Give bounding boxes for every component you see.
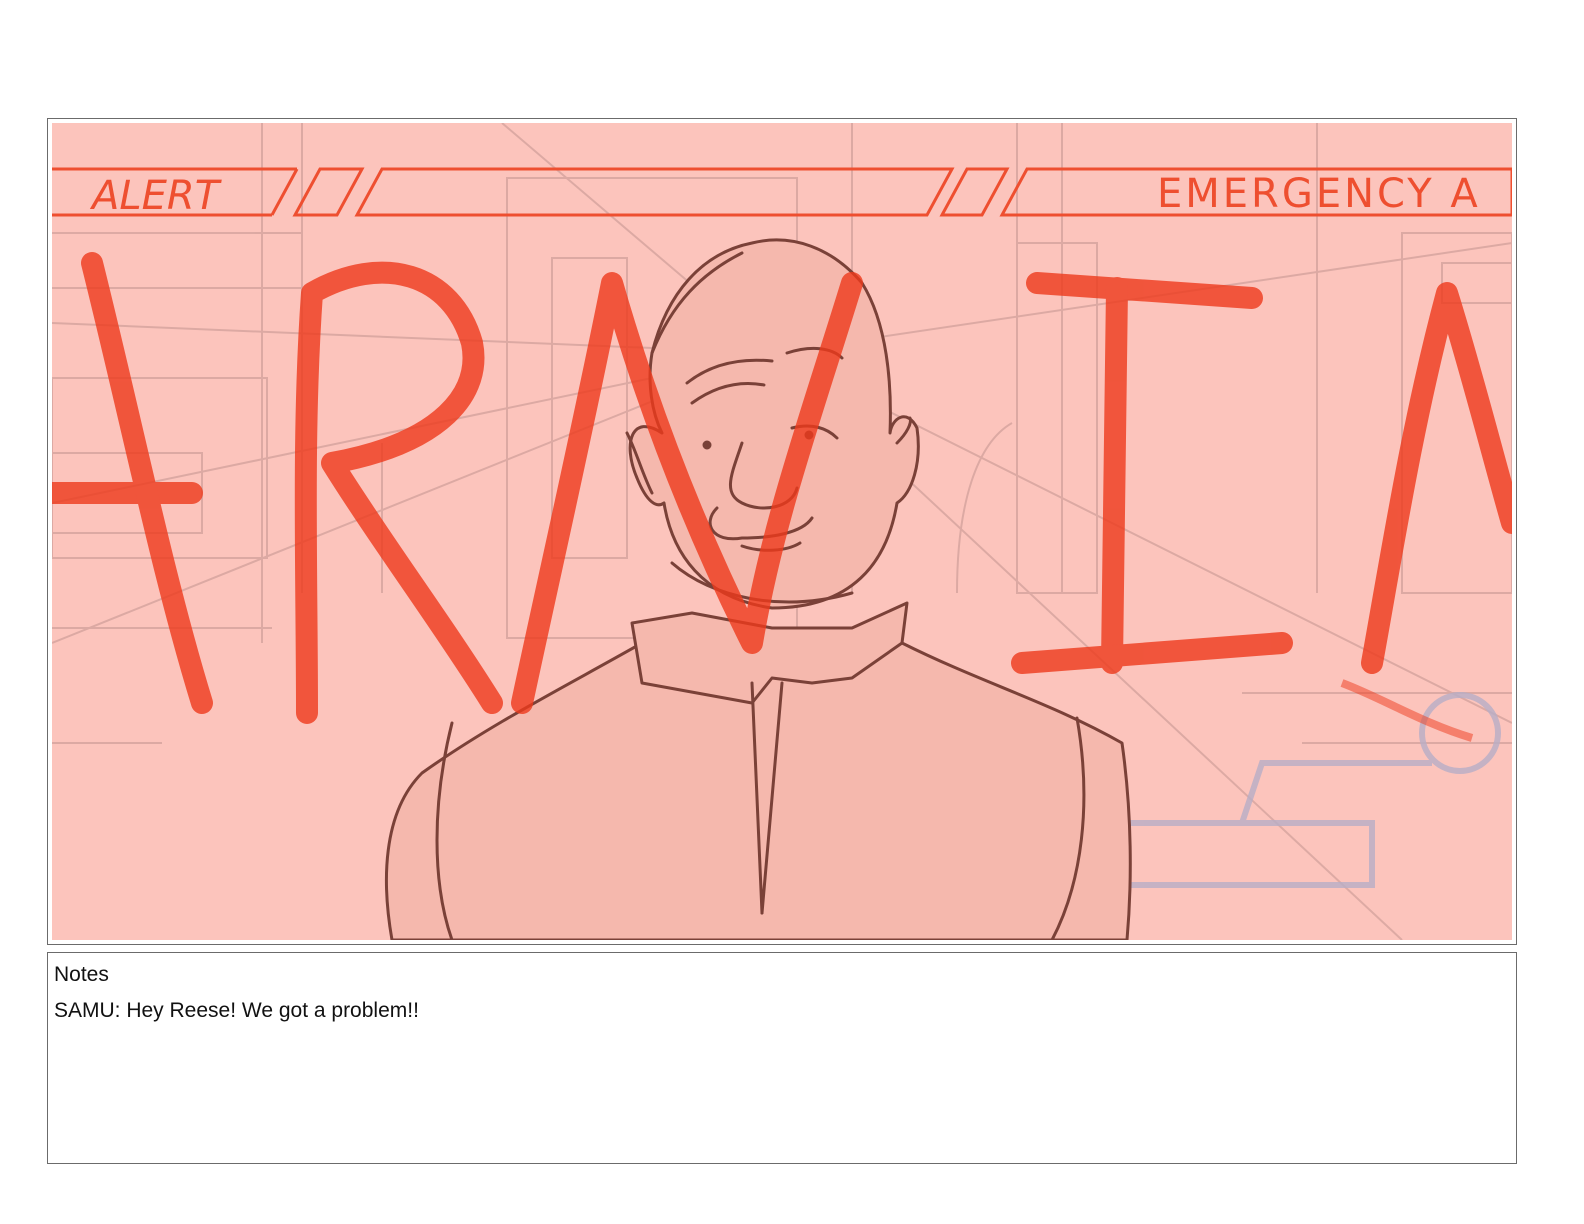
notes-label: Notes xyxy=(54,963,109,986)
notes-text: SAMU: Hey Reese! We got a problem!! xyxy=(54,999,419,1022)
storyboard-panel: ALERT EMERGENCY A xyxy=(47,118,1517,945)
panel-drawing: ALERT EMERGENCY A xyxy=(52,123,1512,940)
sketch-canvas: ALERT EMERGENCY A xyxy=(52,123,1512,940)
banner-right-text: EMERGENCY A xyxy=(1157,171,1481,217)
notes-box: Notes SAMU: Hey Reese! We got a problem!… xyxy=(47,952,1517,1164)
banner-left-text: ALERT xyxy=(89,173,223,219)
